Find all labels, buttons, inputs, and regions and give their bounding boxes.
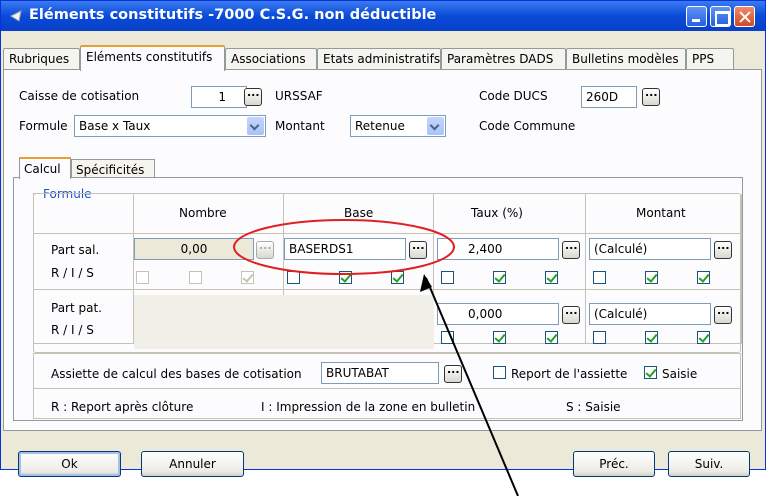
col-base: Base	[344, 206, 374, 220]
tab-specificites[interactable]: Spécificités	[71, 159, 155, 179]
legend-r: R : Report après clôture	[51, 400, 194, 414]
col-nombre: Nombre	[179, 206, 227, 220]
sal-base-browse-button[interactable]	[409, 239, 427, 259]
formule-select[interactable]: Base x Taux	[74, 115, 266, 137]
pat-montant-i-checkbox[interactable]	[645, 331, 658, 344]
col-montant: Montant	[636, 206, 686, 220]
col-taux: Taux (%)	[471, 206, 523, 220]
sal-base-input[interactable]: BASERDS1	[284, 238, 406, 260]
caisse-browse-button[interactable]	[244, 86, 262, 106]
legend-s: S : Saisie	[566, 400, 621, 414]
pat-taux-input[interactable]: 0,000	[437, 303, 559, 325]
saisie-checkbox[interactable]	[644, 366, 657, 379]
pat-montant-s-checkbox[interactable]	[697, 331, 710, 344]
suiv-button[interactable]: Suiv.	[668, 451, 750, 477]
formule-label: Formule	[19, 119, 68, 133]
pat-taux-r-checkbox[interactable]	[441, 331, 454, 344]
tab-bulletins-modeles[interactable]: Bulletins modèles	[566, 48, 686, 70]
tab-pps[interactable]: PPS	[686, 48, 734, 70]
saisie-label: Saisie	[662, 367, 698, 381]
tab-elements-constitutifs[interactable]: Eléments constitutifs	[80, 45, 225, 71]
tab-etats-administratifs[interactable]: Etats administratifs	[317, 48, 441, 70]
code-ducs-browse-button[interactable]	[642, 86, 660, 106]
sal-taux-r-checkbox[interactable]	[441, 271, 454, 284]
sal-nombre-input[interactable]: 0,00	[134, 238, 254, 260]
code-ducs-input[interactable]: 260D	[581, 86, 637, 108]
formule-value: Base x Taux	[79, 119, 151, 133]
tab-rubriques[interactable]: Rubriques	[3, 48, 80, 70]
app-icon	[9, 10, 22, 22]
tab-parametres-dads[interactable]: Paramètres DADS	[441, 48, 566, 70]
montant-select[interactable]: Retenue	[350, 115, 446, 137]
prec-button[interactable]: Préc.	[573, 451, 655, 477]
tab-associations[interactable]: Associations	[225, 48, 317, 70]
part-pat-label: Part pat.	[51, 301, 102, 315]
sal-nombre-browse-button[interactable]	[256, 239, 274, 259]
assiette-label: Assiette de calcul des bases de cotisati…	[51, 367, 302, 381]
annuler-button[interactable]: Annuler	[141, 451, 244, 477]
ris-label-pat: R / I / S	[51, 323, 94, 337]
sal-montant-input[interactable]: (Calculé)	[589, 238, 711, 260]
ris-label-sal: R / I / S	[51, 266, 94, 280]
code-ducs-label: Code DUCS	[479, 89, 548, 103]
assiette-input[interactable]: BRUTABAT	[321, 362, 439, 384]
assiette-browse-button[interactable]	[444, 363, 462, 383]
report-assiette-label: Report de l'assiette	[511, 367, 628, 381]
sal-taux-s-checkbox[interactable]	[545, 271, 558, 284]
sal-base-i-checkbox[interactable]	[339, 271, 352, 284]
code-commune-label: Code Commune	[479, 119, 576, 133]
pat-taux-i-checkbox[interactable]	[493, 331, 506, 344]
sal-taux-i-checkbox[interactable]	[493, 271, 506, 284]
sal-montant-r-checkbox[interactable]	[593, 271, 606, 284]
pat-montant-browse-button[interactable]	[714, 304, 732, 324]
legend-i: I : Impression de la zone en bulletin	[261, 400, 476, 414]
chevron-down-icon[interactable]	[247, 117, 264, 135]
pat-montant-r-checkbox[interactable]	[593, 331, 606, 344]
sal-montant-browse-button[interactable]	[714, 239, 732, 259]
title-bar[interactable]: Eléments constitutifs -7000 C.S.G. non d…	[1, 1, 765, 31]
montant-value: Retenue	[355, 119, 405, 133]
maximize-icon[interactable]	[710, 6, 731, 27]
ok-button[interactable]: Ok	[18, 451, 121, 477]
montant-label: Montant	[275, 119, 325, 133]
part-sal-label: Part sal.	[51, 243, 100, 257]
pat-disabled-area	[134, 295, 434, 349]
sal-base-r-checkbox[interactable]	[287, 271, 300, 284]
sal-montant-s-checkbox[interactable]	[697, 271, 710, 284]
sal-nombre-r-checkbox[interactable]	[136, 271, 149, 284]
tab-calcul[interactable]: Calcul	[19, 157, 71, 179]
report-assiette-checkbox[interactable]	[493, 366, 506, 379]
dialog-window: Eléments constitutifs -7000 C.S.G. non d…	[0, 0, 766, 477]
sal-base-s-checkbox[interactable]	[391, 271, 404, 284]
sal-taux-input[interactable]: 2,400	[437, 238, 559, 260]
sal-taux-browse-button[interactable]	[562, 239, 580, 259]
pat-montant-input[interactable]: (Calculé)	[589, 303, 711, 325]
window-title: Eléments constitutifs -7000 C.S.G. non d…	[29, 7, 437, 23]
caisse-name: URSSAF	[275, 89, 323, 103]
close-icon[interactable]	[734, 6, 755, 27]
pat-taux-s-checkbox[interactable]	[545, 331, 558, 344]
caisse-label: Caisse de cotisation	[19, 89, 140, 103]
caisse-input[interactable]: 1	[191, 86, 247, 108]
sal-nombre-i-checkbox[interactable]	[189, 271, 202, 284]
sal-nombre-s-checkbox[interactable]	[241, 271, 254, 284]
minimize-icon[interactable]	[686, 6, 707, 27]
pat-taux-browse-button[interactable]	[562, 304, 580, 324]
chevron-down-icon[interactable]	[427, 117, 444, 135]
sal-montant-i-checkbox[interactable]	[645, 271, 658, 284]
